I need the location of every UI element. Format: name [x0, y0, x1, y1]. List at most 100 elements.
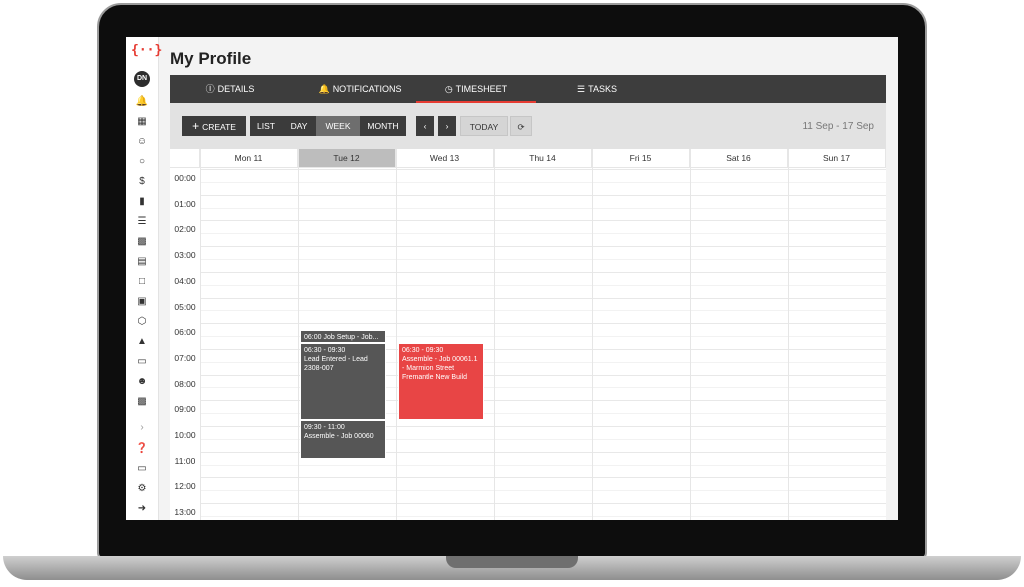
chevron-left-icon: ‹: [423, 121, 427, 131]
logout-icon[interactable]: ➜: [132, 501, 152, 517]
half-hour-gridline: [200, 181, 886, 183]
half-hour-gridline: [200, 284, 886, 286]
time-label: 12:00: [174, 481, 196, 492]
book-icon[interactable]: ▣: [132, 294, 152, 310]
file-icon[interactable]: ▭: [132, 354, 152, 370]
half-hour-gridline: [200, 464, 886, 466]
app-logo[interactable]: {··}: [131, 43, 162, 59]
time-label: 11:00: [174, 455, 196, 466]
help-icon[interactable]: ❓: [132, 441, 152, 457]
gear-icon[interactable]: ⚙: [132, 481, 152, 497]
calendar-toolbar: + Create List Day Week Month ‹ › Today ⟳ …: [170, 103, 886, 149]
next-button[interactable]: ›: [438, 116, 456, 136]
half-hour-gridline: [200, 515, 886, 517]
chat-icon[interactable]: ○: [132, 154, 152, 170]
day-header[interactable]: Fri 15: [592, 149, 690, 168]
today-button[interactable]: Today: [460, 116, 508, 136]
day-column-divider: [298, 149, 299, 520]
calendar-icon[interactable]: ▩: [132, 234, 152, 250]
time-label: 08:00: [174, 378, 196, 389]
app-screen: {··} DN 🔔 ▦ ☺ ○ $ ▮ ☰ ▩ ▤ □ ▣ ⬡ ▲ ▭ ☻ ▩ …: [126, 37, 898, 520]
tablet-icon[interactable]: ▭: [132, 461, 152, 477]
hour-gridline: [200, 220, 886, 222]
users-icon[interactable]: ☻: [132, 374, 152, 390]
hour-gridline: [200, 477, 886, 479]
tab-timesheet[interactable]: ◷ Timesheet: [416, 75, 536, 103]
calendar-event[interactable]: 06:30 - 09:30 Assemble - Job 00061.1 - M…: [398, 343, 484, 420]
time-label: 13:00: [174, 507, 196, 518]
box-icon[interactable]: ⬡: [132, 314, 152, 330]
laptop-notch: [446, 556, 578, 568]
create-label: Create: [202, 122, 236, 132]
hour-gridline: [200, 246, 886, 248]
day-header[interactable]: Thu 14: [494, 149, 592, 168]
avatar[interactable]: DN: [134, 71, 150, 87]
hour-gridline: [200, 503, 886, 505]
dollar-icon[interactable]: $: [132, 174, 152, 190]
bell-icon: 🔔: [318, 84, 330, 94]
prev-button[interactable]: ‹: [416, 116, 434, 136]
date-range-label: 11 Sep - 17 Sep: [802, 121, 874, 132]
tab-bar: ⓘ Details 🔔 Notifications ◷ Timesheet ☰ Task…: [170, 75, 886, 103]
view-day-button[interactable]: Day: [282, 116, 316, 136]
create-button[interactable]: + Create: [182, 116, 246, 136]
user-icon[interactable]: ☺: [132, 134, 152, 150]
folder-icon[interactable]: □: [132, 274, 152, 290]
tab-details[interactable]: ⓘ Details: [170, 75, 290, 103]
tab-notifications[interactable]: 🔔 Notifications: [290, 75, 430, 103]
plus-icon: +: [192, 119, 200, 133]
event-title: 06:00 Job Setup - Job...: [304, 334, 379, 341]
contacts-icon[interactable]: ▩: [132, 394, 152, 410]
day-column-divider: [788, 149, 789, 520]
bell-icon[interactable]: 🔔: [132, 94, 152, 110]
grid-icon[interactable]: ▦: [132, 114, 152, 130]
tab-label: Notifications: [332, 84, 402, 94]
refresh-icon: ⟳: [517, 122, 525, 132]
cart-icon[interactable]: ▲: [132, 334, 152, 350]
time-label: 09:00: [174, 404, 196, 415]
time-label: 00:00: [174, 173, 196, 183]
time-label: 01:00: [174, 198, 196, 209]
list-icon[interactable]: ☰: [132, 214, 152, 230]
event-time: 06:30 - 09:30: [304, 347, 346, 354]
refresh-button[interactable]: ⟳: [510, 116, 532, 136]
calendar-event[interactable]: 09:30 - 11:00 Assemble - Job 00060: [300, 420, 386, 459]
day-header[interactable]: Sat 16: [690, 149, 788, 168]
document-icon[interactable]: ▮: [132, 194, 152, 210]
hour-gridline: [200, 297, 886, 299]
hour-gridline: [200, 194, 886, 196]
day-header-today[interactable]: Tue 12: [298, 149, 396, 168]
time-label: 03:00: [174, 250, 196, 261]
calendar-event[interactable]: 06:00 Job Setup - Job...: [300, 330, 386, 343]
time-label: 04:00: [174, 275, 196, 286]
chevron-right-icon: ›: [445, 121, 449, 131]
half-hour-gridline: [200, 310, 886, 312]
half-hour-gridline: [200, 258, 886, 260]
task-list-icon: ☰: [577, 84, 586, 94]
chart-icon[interactable]: ▤: [132, 254, 152, 270]
day-column-divider: [592, 149, 593, 520]
day-header[interactable]: Wed 13: [396, 149, 494, 168]
time-label: 07:00: [174, 352, 196, 363]
event-title: Assemble - Job 00061.1 - Marmion Street …: [402, 356, 478, 381]
page-title: My Profile: [170, 49, 252, 68]
time-label: 05:00: [174, 301, 196, 312]
event-time: 06:30 - 09:30: [402, 347, 444, 354]
view-month-button[interactable]: Month: [360, 116, 406, 136]
view-list-button[interactable]: List: [250, 116, 282, 136]
calendar-event[interactable]: 06:30 - 09:30 Lead Entered - Lead 2308-0…: [300, 343, 386, 420]
tab-label: Details: [217, 84, 255, 94]
time-column-header: [170, 149, 200, 168]
day-header[interactable]: Sun 17: [788, 149, 886, 168]
half-hour-gridline: [200, 207, 886, 209]
day-header[interactable]: Mon 11: [200, 149, 298, 168]
chevron-right-icon[interactable]: ›: [132, 420, 152, 436]
tab-tasks[interactable]: ☰ Tasks: [542, 75, 652, 103]
event-time: 09:30 - 11:00: [304, 424, 345, 431]
half-hour-gridline: [200, 233, 886, 235]
hour-gridline: [200, 323, 886, 325]
view-week-button[interactable]: Week: [316, 116, 360, 136]
event-title: Assemble - Job 00060: [304, 433, 374, 440]
day-column-divider: [494, 149, 495, 520]
clock-icon: ◷: [444, 84, 453, 94]
